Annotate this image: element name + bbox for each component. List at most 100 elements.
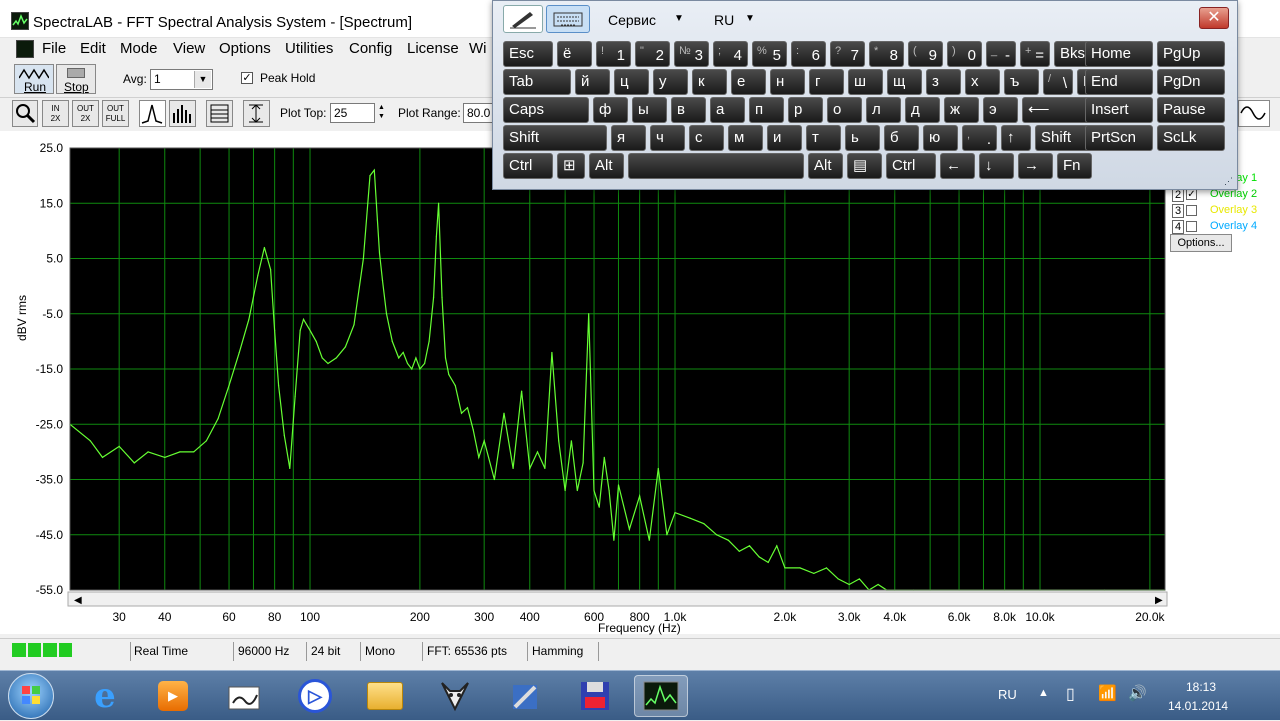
key-к[interactable]: к	[692, 69, 727, 95]
key-щ[interactable]: щ	[887, 69, 922, 95]
key-1[interactable]: ! 1	[596, 41, 631, 67]
key-ф[interactable]: ф	[593, 97, 628, 123]
taskbar-ie[interactable]: e	[78, 675, 132, 717]
menu-config[interactable]: Config	[349, 40, 392, 57]
key-8[interactable]: * 8	[869, 41, 904, 67]
key-с[interactable]: с	[689, 125, 724, 151]
taskbar-floppy-app[interactable]	[568, 675, 622, 717]
resize-grip-icon[interactable]: ⋰	[1224, 176, 1233, 187]
options-button[interactable]: Options...	[1170, 234, 1232, 252]
page-down-key[interactable]: PgDn	[1157, 69, 1225, 95]
key-0[interactable]: ) 0	[947, 41, 982, 67]
alt-key[interactable]: Alt	[808, 153, 843, 179]
chevron-down-icon[interactable]: ▼	[674, 13, 684, 24]
key-й[interactable]: й	[575, 69, 610, 95]
menu-view[interactable]: View	[173, 40, 205, 57]
arrow-right-key[interactable]: →	[1018, 153, 1053, 179]
ctrl-key[interactable]: Ctrl	[503, 153, 553, 179]
key-м[interactable]: м	[728, 125, 763, 151]
signal-generator-button[interactable]	[1238, 100, 1270, 127]
key-4[interactable]: ; 4	[713, 41, 748, 67]
shift-key[interactable]: Shift	[503, 125, 607, 151]
clock-date[interactable]: 14.01.2014	[1168, 699, 1228, 713]
taskbar-fox-app[interactable]	[428, 675, 482, 717]
peak-hold-checkbox[interactable]: ✓	[241, 72, 253, 84]
key-п[interactable]: п	[749, 97, 784, 123]
key-ъ[interactable]: ъ	[1004, 69, 1039, 95]
menu-mode[interactable]: Mode	[120, 40, 158, 57]
horizontal-scrollbar[interactable]	[67, 591, 1168, 607]
windows-key[interactable]: ⊞	[557, 153, 585, 179]
taskbar-media-player[interactable]: ▶	[146, 675, 200, 717]
overlay-checkbox[interactable]	[1186, 205, 1197, 216]
overlay-checkbox[interactable]	[1186, 221, 1197, 232]
key-7[interactable]: ? 7	[830, 41, 865, 67]
key-и[interactable]: и	[767, 125, 802, 151]
keyboard-mode-button[interactable]	[546, 5, 590, 33]
arrow-down-key[interactable]: ↓	[979, 153, 1014, 179]
language-menu[interactable]: RU	[714, 12, 734, 28]
zoom-out-2x-button[interactable]: OUT 2X	[72, 100, 99, 127]
show-hidden-icons-icon[interactable]: ▲	[1038, 687, 1049, 699]
key-р[interactable]: р	[788, 97, 823, 123]
arrow-left-key[interactable]: ←	[940, 153, 975, 179]
key-э[interactable]: э	[983, 97, 1018, 123]
zoom-full-button[interactable]: OUT FULL	[102, 100, 129, 127]
key-9[interactable]: (9	[908, 41, 943, 67]
print-screen-key[interactable]: PrtScn	[1085, 125, 1153, 151]
key-т[interactable]: т	[806, 125, 841, 151]
close-icon[interactable]: ✕	[1199, 7, 1229, 29]
key--[interactable]: _ -	[986, 41, 1016, 67]
plot-top-spinner[interactable]: ▲ ▼	[376, 103, 387, 123]
overlay-checkbox[interactable]: ✓	[1186, 189, 1197, 200]
key-а[interactable]: а	[710, 97, 745, 123]
run-button[interactable]: Run	[14, 64, 54, 94]
key-х[interactable]: х	[965, 69, 1000, 95]
stop-button[interactable]: Stop	[56, 64, 96, 94]
key-я[interactable]: я	[611, 125, 646, 151]
scroll-left-icon[interactable]: ◀	[74, 595, 82, 606]
plot-top-input[interactable]: 25	[330, 103, 375, 123]
key-ы[interactable]: ы	[632, 97, 667, 123]
end-key[interactable]: End	[1085, 69, 1153, 95]
menu-file[interactable]: File	[42, 40, 66, 57]
ctrl-key[interactable]: Ctrl	[886, 153, 936, 179]
key-н[interactable]: н	[770, 69, 805, 95]
key-з[interactable]: з	[926, 69, 961, 95]
power-icon[interactable]: ▯	[1066, 684, 1075, 704]
bars-view-button[interactable]	[169, 100, 196, 127]
network-icon[interactable]: 📶	[1098, 684, 1117, 702]
chevron-down-icon[interactable]: ▼	[194, 71, 211, 88]
key-ь[interactable]: ь	[845, 125, 880, 151]
tab-key[interactable]: Tab	[503, 69, 571, 95]
key-ю[interactable]: ю	[923, 125, 958, 151]
scroll-lock-key[interactable]: ScLk	[1157, 125, 1225, 151]
key-5[interactable]: % 5	[752, 41, 787, 67]
key-л[interactable]: л	[866, 97, 901, 123]
key-д[interactable]: д	[905, 97, 940, 123]
menu-key[interactable]: ▤	[847, 153, 882, 179]
key-у[interactable]: у	[653, 69, 688, 95]
handwriting-button[interactable]	[503, 5, 543, 33]
key-о[interactable]: о	[827, 97, 862, 123]
key-ж[interactable]: ж	[944, 97, 979, 123]
esc-key[interactable]: Esc	[503, 41, 553, 67]
volume-icon[interactable]: 🔊	[1128, 684, 1147, 702]
taskbar-signature-app[interactable]	[218, 675, 272, 717]
spectrum-chart[interactable]: 25.0 15.0 5.0 -5.0 -15.0 -25.0 -35.0 -45.0 -55.0…	[0, 131, 1280, 634]
key-=[interactable]: + =	[1020, 41, 1050, 67]
peak-view-button[interactable]	[139, 100, 166, 127]
key-.[interactable]: ,.	[962, 125, 997, 151]
key-ц[interactable]: ц	[614, 69, 649, 95]
zoom-tool-button[interactable]	[12, 100, 38, 127]
taskbar-tools-app[interactable]	[498, 675, 552, 717]
arrow-up-key[interactable]: ↑	[1001, 125, 1031, 151]
menu-utilities[interactable]: Utilities	[285, 40, 333, 57]
key-ш[interactable]: ш	[848, 69, 883, 95]
key-\[interactable]: / \	[1043, 69, 1073, 95]
home-key[interactable]: Home	[1085, 41, 1153, 67]
menu-edit[interactable]: Edit	[80, 40, 106, 57]
space-key[interactable]	[628, 153, 804, 179]
tools-menu[interactable]: Сервис	[608, 12, 656, 28]
mdi-child-icon[interactable]	[16, 40, 34, 58]
